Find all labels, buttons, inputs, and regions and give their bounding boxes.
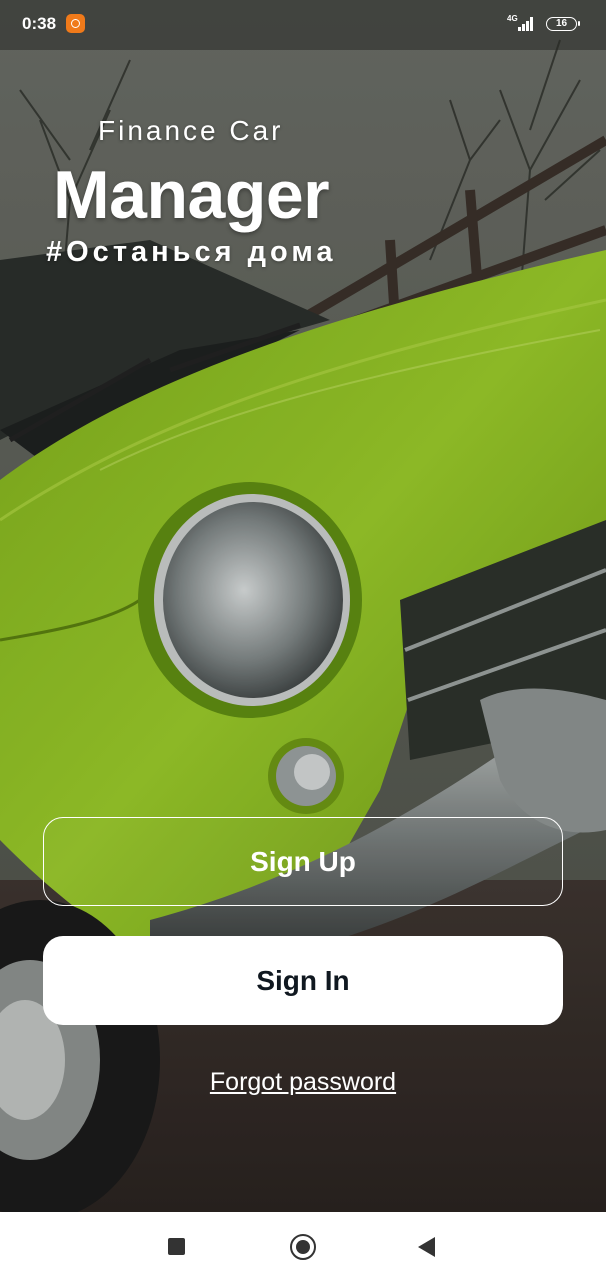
app-title: Manager xyxy=(53,157,330,233)
status-bar: 0:38 4G 16 xyxy=(0,0,606,50)
system-navigation-bar xyxy=(0,1212,606,1280)
battery-icon: 16 xyxy=(546,17,580,31)
app-tagline: #Останься дома xyxy=(46,236,337,268)
sign-up-button[interactable]: Sign Up xyxy=(43,817,563,906)
welcome-screen: 0:38 4G 16 Finance Car Manager #Останься… xyxy=(0,0,606,1280)
recent-apps-icon[interactable] xyxy=(168,1238,185,1255)
signal-strength-icon xyxy=(518,15,536,31)
network-type-label: 4G xyxy=(507,14,518,23)
app-subtitle: Finance Car xyxy=(98,115,284,146)
sign-in-button[interactable]: Sign In xyxy=(43,936,563,1025)
forgot-password-link[interactable]: Forgot password xyxy=(0,1068,606,1097)
status-time: 0:38 xyxy=(22,14,57,33)
back-icon[interactable] xyxy=(418,1237,435,1257)
notification-app-icon xyxy=(66,14,85,33)
home-icon[interactable] xyxy=(290,1234,316,1260)
